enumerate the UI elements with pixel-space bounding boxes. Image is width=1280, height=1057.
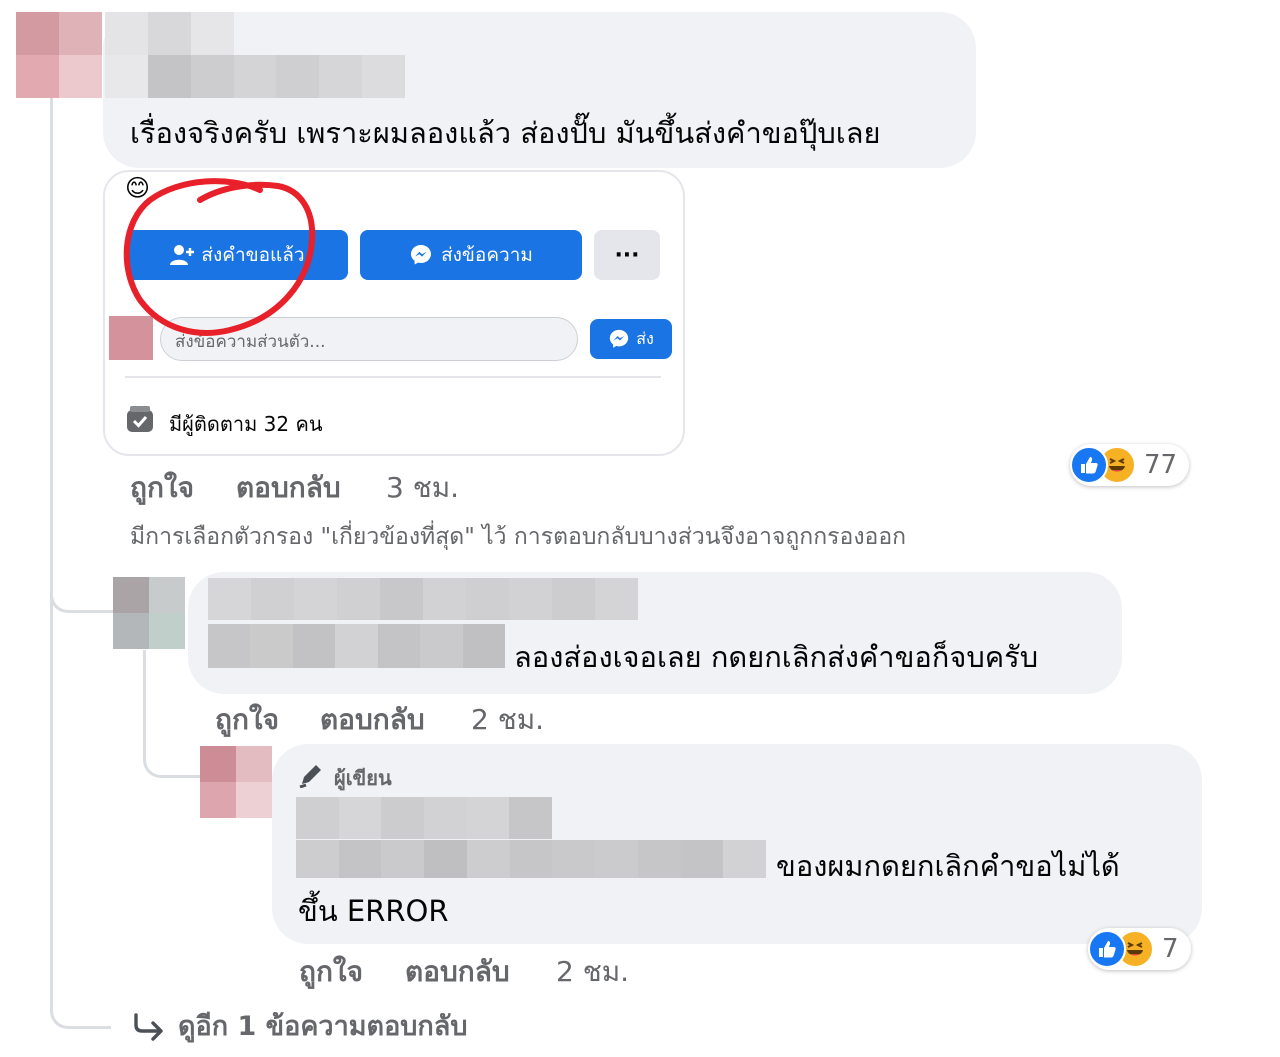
- blurred-mention: [296, 840, 766, 878]
- message-button: ส่งข้อความ: [360, 230, 582, 280]
- reply-bubble: ผู้เขียน ของผมกดยกเลิกคำขอไม่ได้ ขึ้น ER…: [272, 744, 1202, 944]
- reply-text: ของผมกดยกเลิกคำขอไม่ได้: [776, 849, 1120, 883]
- comment-bubble: เรื่องจริงครับ เพราะผมลองแล้ว ส่องปั๊บ ม…: [103, 12, 976, 168]
- more-icon: ···: [614, 242, 640, 268]
- blurred-author-name: [105, 12, 405, 98]
- avatar[interactable]: [200, 746, 272, 818]
- comment-timestamp[interactable]: 2 ชม.: [471, 698, 544, 742]
- like-button[interactable]: ถูกใจ: [130, 466, 194, 510]
- thread-line-branch: [50, 560, 113, 613]
- comment-text: เรื่องจริงครับ เพราะผมลองแล้ว ส่องปั๊บ ม…: [130, 116, 881, 150]
- author-badge: ผู้เขียน: [334, 766, 392, 790]
- messenger-icon: [411, 245, 432, 265]
- reply-button[interactable]: ตอบกลับ: [405, 950, 510, 994]
- divider: [125, 376, 661, 378]
- message-button-label: ส่งข้อความ: [441, 244, 533, 266]
- more-options-button: ···: [594, 230, 660, 280]
- reaction-summary[interactable]: 7: [1088, 928, 1191, 970]
- messenger-icon: [610, 329, 629, 348]
- view-more-label: ดูอีก 1 ข้อความตอบกลับ: [178, 1011, 468, 1042]
- filter-notice: มีการเลือกตัวกรอง "เกี่ยวข้องที่สุด" ไว้…: [130, 524, 907, 550]
- like-reaction-icon: [1088, 930, 1126, 968]
- blurred-mention: [208, 624, 505, 668]
- view-more-replies[interactable]: ดูอีก 1 ข้อความตอบกลับ: [132, 1004, 467, 1047]
- like-button[interactable]: ถูกใจ: [215, 698, 279, 742]
- like-button[interactable]: ถูกใจ: [299, 950, 363, 994]
- reaction-count: 77: [1144, 450, 1178, 480]
- reaction-summary[interactable]: 77: [1070, 444, 1190, 486]
- send-button: ส่ง: [590, 319, 672, 359]
- followers-text: มีผู้ติดตาม 32 คน: [169, 412, 323, 436]
- send-label: ส่ง: [636, 328, 654, 348]
- avatar[interactable]: [113, 577, 185, 649]
- avatar[interactable]: [16, 12, 102, 98]
- reply-arrow-icon: [134, 1012, 163, 1041]
- reply-text: ลองส่องเจอเลย กดยกเลิกส่งคำขอก็จบครับ: [514, 640, 1039, 674]
- blurred-author-name: [296, 797, 552, 839]
- like-reaction-icon: [1070, 446, 1108, 484]
- reply-button[interactable]: ตอบกลับ: [236, 466, 341, 510]
- reply-bubble: ลองส่องเจอเลย กดยกเลิกส่งคำขอก็จบครับ: [188, 572, 1122, 694]
- comment-timestamp[interactable]: 2 ชม.: [556, 950, 629, 994]
- pen-icon: [299, 765, 321, 788]
- followers-icon: [127, 406, 153, 432]
- reply-button[interactable]: ตอบกลับ: [320, 698, 425, 742]
- reaction-count: 7: [1162, 934, 1179, 964]
- blurred-author-name: [208, 578, 638, 620]
- reply-text-line2: ขึ้น ERROR: [298, 894, 449, 928]
- comment-timestamp[interactable]: 3 ชม.: [386, 466, 459, 510]
- attached-image[interactable]: 😊 ส่งคำขอแล้ว ส่งข้อความ ··· ส่งข้อความส…: [103, 170, 685, 456]
- annotation-circle: [123, 178, 316, 336]
